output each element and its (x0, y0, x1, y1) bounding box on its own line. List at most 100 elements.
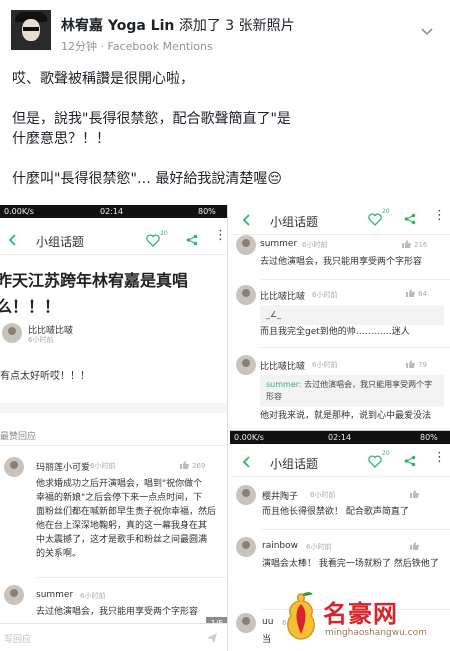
comment-author[interactable]: 樱井陶子 (262, 489, 298, 502)
comment-author[interactable]: summer (260, 239, 297, 249)
like-button[interactable] (410, 490, 422, 499)
comment-author[interactable]: 玛丽莲小可爱 (36, 460, 90, 473)
page-title: 小组话题 (36, 235, 85, 249)
comment-text: 去过他演唱会，我只能用享受两个字形容 (260, 257, 423, 267)
thumbs-up-icon (406, 360, 415, 368)
comment-author[interactable]: rainbow (262, 541, 298, 551)
thumbs-up-icon (410, 542, 419, 550)
heart-icon[interactable] (368, 213, 382, 226)
comment-author[interactable]: summer (36, 590, 73, 600)
quoted-author: summer: (266, 380, 302, 389)
section-divider (0, 403, 227, 413)
post-action: 添加了 3 张新照片 (178, 18, 295, 34)
comment-text-line: 去过他演唱会，我只能用享受两个字形容 (36, 607, 199, 617)
heart-icon[interactable] (146, 234, 160, 247)
reply-input[interactable]: 写回应 (4, 632, 31, 645)
divider (262, 529, 450, 530)
left-screenshot: 0.00K/s 02:14 80% 小组话题 20 ⋮ 昨天江苏跨年林宥嘉是真唱… (0, 205, 228, 651)
comment-author[interactable]: uu (262, 617, 273, 627)
more-icon[interactable]: ⋮ (433, 209, 446, 222)
comment-avatar[interactable] (236, 355, 256, 375)
network-speed: 0.00K/s (4, 207, 34, 216)
back-arrow-icon[interactable] (8, 234, 18, 246)
page-title: 小组话题 (270, 215, 319, 229)
right-top-screenshot: 小组话题 20 ⋮ summer 6小时前 216 去过他演唱会，我只能用享受两… (230, 205, 450, 430)
network-speed: 0.00K/s (234, 433, 264, 442)
post-text-line: 什麼意思？！！ (12, 131, 110, 147)
facebook-post-header: 林宥嘉 Yoga Lin 添加了 3 张新照片 12分钟 · Facebook … (0, 0, 450, 62)
like-button[interactable]: 216 (402, 240, 427, 249)
like-button[interactable] (410, 542, 422, 551)
heart-count: 20 (382, 208, 390, 215)
thumbs-up-icon (406, 289, 415, 297)
comment-time: 6小时前 (302, 241, 328, 249)
author-avatar[interactable] (11, 10, 51, 50)
topic-navbar: 小组话题 20 ⋮ (230, 205, 450, 235)
divider (0, 445, 227, 446)
post-meta: 12分钟 · Facebook Mentions (61, 38, 213, 54)
heart-count: 20 (160, 230, 168, 237)
back-arrow-icon[interactable] (242, 456, 252, 468)
comment-text: 而且我完全get到他的帅…………迷人 (260, 327, 410, 337)
thumbs-up-icon (402, 240, 411, 248)
comment-time: 6小时前 (312, 291, 338, 299)
comment-avatar[interactable] (236, 285, 256, 305)
share-icon[interactable] (404, 213, 416, 225)
comment-text-line: 他求婚成功之后开演唱会，唱到"祝你做个 (36, 479, 203, 489)
share-icon[interactable] (404, 455, 416, 467)
quoted-reply: summer: 去过他演唱会，我只能用享受两个字形容 (260, 375, 444, 407)
comment-time: 6小时前 (306, 543, 332, 551)
post-text-line: 什麼叫"長得很禁慾"… 最好給我說清楚喔😔 (12, 171, 282, 187)
topic-navbar: 小组话题 20 ⋮ (0, 225, 227, 255)
page-title: 小组话题 (270, 457, 319, 471)
chevron-down-icon[interactable] (421, 26, 433, 38)
comment-avatar[interactable] (236, 485, 256, 505)
post-text-line: 但是，說我"長得很禁慾，配合歌聲簡直了"是 (12, 111, 291, 127)
op-time: 6小时前 (28, 336, 54, 344)
more-icon[interactable]: ⋮ (214, 229, 227, 242)
like-count: 84 (418, 290, 427, 298)
send-icon[interactable] (206, 632, 218, 644)
watermark-url: minghaoshangwu.com (325, 628, 427, 638)
heart-icon[interactable] (368, 455, 382, 468)
comment-author[interactable]: 比比啵比啵 (260, 289, 305, 302)
post-source[interactable]: Facebook Mentions (108, 40, 213, 53)
op-avatar[interactable] (2, 323, 22, 343)
comment-text: 演唱会太棒！ 我看完一场就粉了 然后铁他了 (262, 559, 439, 569)
like-button[interactable]: 269 (180, 461, 205, 470)
comment-avatar[interactable] (4, 457, 24, 477)
post-time[interactable]: 12分钟 (61, 40, 97, 53)
author-name[interactable]: 林宥嘉 Yoga Lin (61, 18, 174, 34)
more-icon[interactable]: ⋮ (433, 451, 446, 464)
like-count: 269 (192, 462, 206, 470)
comment-text-line: 他在台上深深地鞠躬，真的这一幕我身在其 (36, 521, 208, 531)
comment-text: 当 (262, 635, 272, 645)
comment-avatar[interactable] (236, 537, 256, 557)
meta-separator: · (100, 40, 105, 53)
gourd-logo-icon (287, 592, 315, 640)
divider (260, 347, 450, 348)
like-button[interactable]: 84 (406, 289, 427, 298)
like-count: 216 (414, 241, 428, 249)
comment-avatar[interactable] (236, 613, 256, 633)
share-icon[interactable] (186, 234, 198, 246)
status-time: 02:14 (100, 207, 124, 216)
site-watermark: 名豪网 minghaoshangwu.com (283, 590, 448, 648)
comment-time: 6小时前 (90, 462, 116, 470)
back-arrow-icon[interactable] (242, 214, 252, 226)
comment-avatar[interactable] (236, 235, 256, 255)
comment-time: 6小时前 (310, 491, 336, 499)
comment-text: 他对我来说，就是那种，说到心中最爱没法 (260, 411, 432, 421)
battery-level: 80% (420, 433, 438, 442)
topic-title-line-2: 么！！！ (0, 297, 61, 316)
comment-text-line: 的关系啊。 (36, 549, 82, 559)
comment-text-line: 中太震撼了，这才是歌手和粉丝之间最圆满 (36, 535, 208, 545)
divider (36, 577, 227, 578)
comment-text-line: 幸福的新娘"之后会停下来一点点时间，下 (36, 493, 203, 503)
like-button[interactable]: 79 (406, 360, 427, 369)
comment-avatar[interactable] (4, 585, 24, 605)
battery-level: 80% (198, 207, 216, 216)
comment-time: 6小时前 (312, 361, 338, 369)
comment-author[interactable]: 比比啵比啵 (260, 359, 305, 372)
topic-navbar: 小组话题 20 ⋮ (230, 447, 450, 477)
